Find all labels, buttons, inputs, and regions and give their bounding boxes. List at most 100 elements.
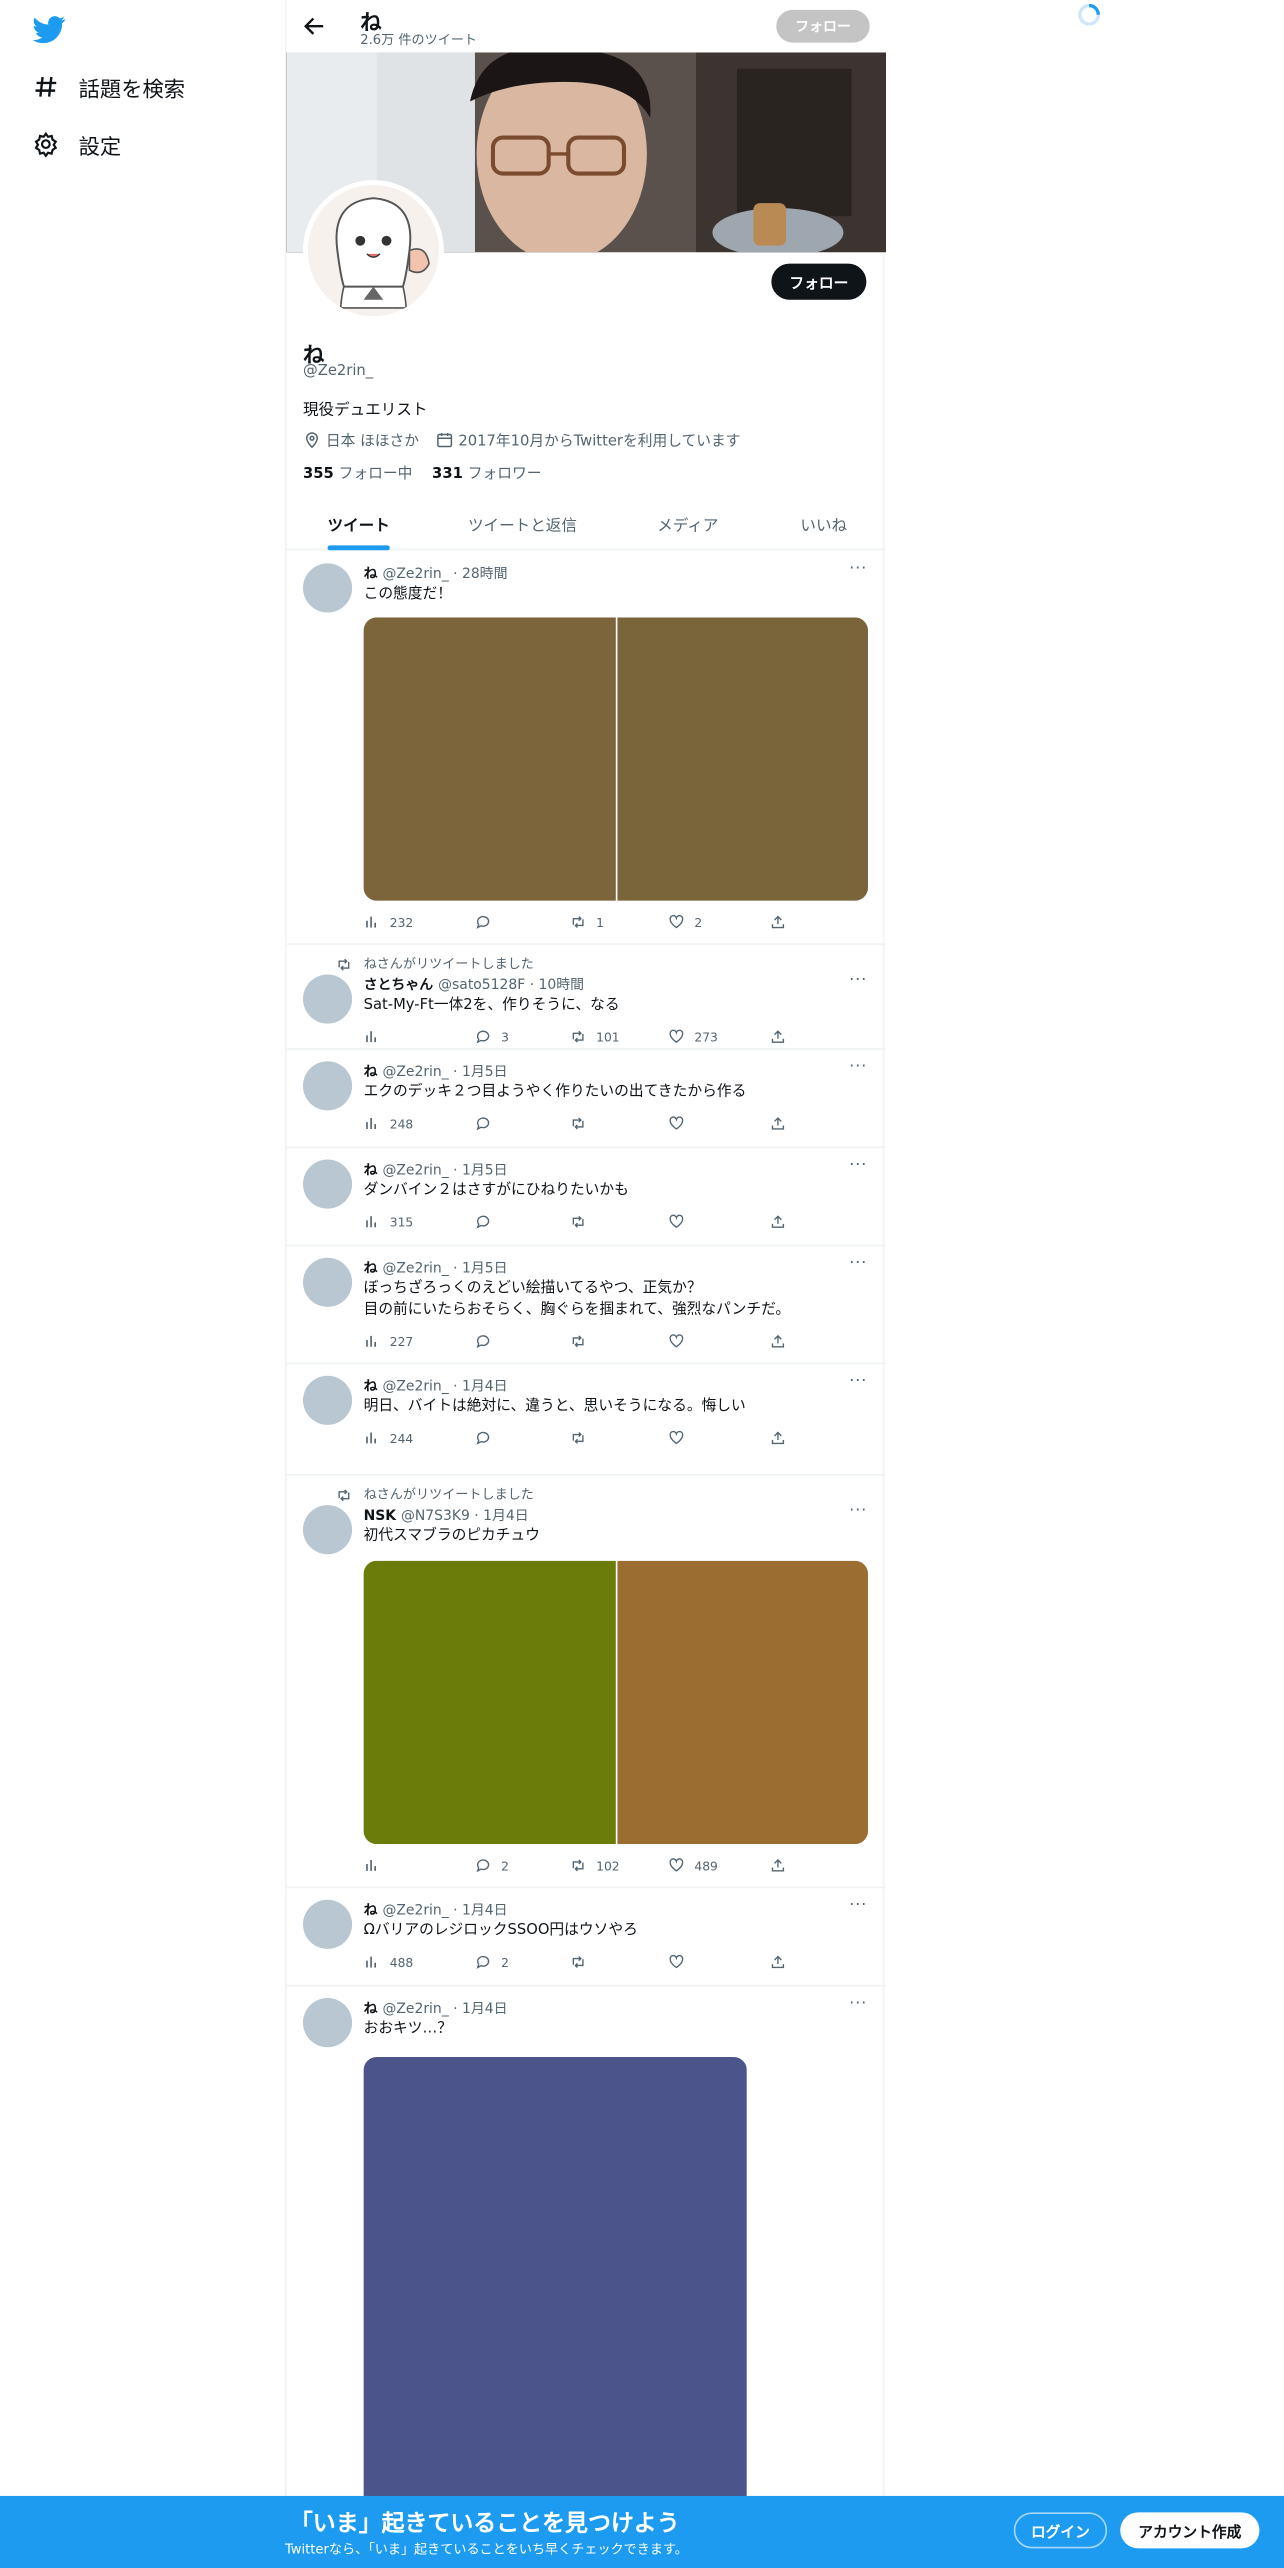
views-button[interactable]: 488 [364, 1954, 413, 1970]
tweet-author-name[interactable]: さとちゃん [364, 978, 434, 994]
share-button[interactable] [770, 1857, 786, 1873]
share-button[interactable] [770, 1333, 786, 1349]
tweet[interactable]: ねさんがリツイートしました NSK @N7S3K9 · 1月4日 ··· 初代スマブラの… [286, 1476, 887, 1889]
like-button[interactable]: 273 [668, 1029, 718, 1045]
like-button[interactable] [668, 1333, 694, 1349]
tweet-media-image[interactable] [363, 2057, 747, 2532]
share-button[interactable] [770, 914, 786, 930]
like-button[interactable] [668, 1430, 694, 1446]
tweet-media-image[interactable] [616, 617, 869, 901]
more-options-icon[interactable]: ··· [847, 1996, 870, 2016]
views-button[interactable]: 244 [364, 1430, 413, 1446]
retweet-icon [572, 1117, 584, 1130]
tweet-avatar[interactable] [302, 1257, 353, 1307]
share-button[interactable] [770, 1214, 786, 1230]
views-button[interactable]: 232 [364, 914, 413, 930]
more-options-icon[interactable]: ··· [847, 1897, 870, 1917]
like-button[interactable]: 489 [668, 1857, 718, 1873]
views-button[interactable] [364, 1857, 390, 1873]
tweet-header: ね @Ze2rin_ · 1月5日 [364, 1160, 508, 1179]
tweet[interactable]: ね @Ze2rin_ · 28時間 ··· この態度だ！ 232 1 2 [286, 552, 887, 945]
reply-button[interactable] [475, 1333, 501, 1349]
tweet[interactable]: ね @Ze2rin_ · 1月4日 ··· ΩバリアのレジロックSSOO円はウソやろ … [286, 1888, 887, 1987]
tweet[interactable]: ね @Ze2rin_ · 1月4日 ··· 明日、バイトは絶対に、違うと、思いそうにな… [286, 1364, 887, 1476]
followers-link[interactable]: 331 フォロワー [432, 462, 541, 483]
tweet-author-name[interactable]: ね [364, 1903, 378, 1919]
share-button[interactable] [770, 1954, 786, 1970]
share-button[interactable] [770, 1430, 786, 1446]
tweet-avatar[interactable] [302, 1998, 353, 2048]
profile-follow-button[interactable]: フォロー [771, 263, 867, 300]
login-button[interactable]: ログイン [1013, 2512, 1108, 2549]
tweet[interactable]: ね @Ze2rin_ · 1月5日 ··· エクのデッキ２つ目ようやく作りたいの出てき… [286, 1050, 887, 1149]
tweet-avatar[interactable] [302, 1375, 353, 1425]
tweet-author-name[interactable]: ね [364, 1261, 378, 1277]
reply-button[interactable]: 2 [475, 1954, 509, 1970]
reply-button[interactable] [475, 1115, 501, 1131]
retweet-button[interactable] [570, 1115, 596, 1131]
following-link[interactable]: 355 フォロー中 [303, 462, 412, 483]
tweet[interactable]: ね @Ze2rin_ · 1月5日 ··· ダンバイン２はさすがにひねりたいかも 31… [286, 1148, 887, 1247]
retweet-button[interactable]: 101 [570, 1029, 620, 1045]
share-button[interactable] [770, 1115, 786, 1131]
tab-tweets-replies[interactable]: ツイートと返信 [431, 498, 614, 550]
more-options-icon[interactable]: ··· [847, 561, 870, 581]
more-options-icon[interactable]: ··· [847, 1255, 870, 1275]
header-follow-button[interactable]: フォロー [776, 9, 870, 43]
tweet-author-name[interactable]: ね [364, 1163, 378, 1179]
retweet-button[interactable] [570, 1333, 596, 1349]
tweet-author-name[interactable]: ね [364, 1065, 378, 1081]
tweet-avatar[interactable] [302, 1899, 353, 1949]
like-button[interactable]: 2 [668, 914, 702, 930]
nav-explore[interactable]: 話題を検索 [33, 67, 185, 106]
tweet-media-image[interactable] [363, 617, 615, 901]
tweet-avatar[interactable] [302, 1061, 353, 1111]
tweet-media-image[interactable] [363, 1560, 615, 1845]
tweet-author-name[interactable]: ね [364, 2001, 378, 2017]
gear-icon [34, 131, 58, 158]
reply-button[interactable]: 2 [475, 1857, 509, 1873]
tab-tweets[interactable]: ツイート [287, 498, 431, 551]
tweet-author-name[interactable]: ね [364, 1379, 378, 1395]
tweet[interactable]: ね @Ze2rin_ · 1月4日 ··· おおキツ…？ [287, 1987, 886, 2568]
profile-avatar[interactable] [302, 180, 444, 321]
more-options-icon[interactable]: ··· [847, 1157, 870, 1177]
views-button[interactable] [364, 1029, 390, 1045]
heart-icon [669, 1858, 684, 1872]
tab-media[interactable]: メディア [614, 498, 761, 550]
retweet-button[interactable] [570, 1430, 596, 1446]
reply-button[interactable] [475, 914, 501, 930]
share-button[interactable] [770, 1029, 786, 1045]
tweet-avatar[interactable] [302, 1505, 353, 1555]
tweet-media-image[interactable] [616, 1560, 869, 1845]
tweet-author-name[interactable]: NSK [364, 1508, 396, 1524]
more-options-icon[interactable]: ··· [847, 1059, 870, 1079]
retweet-button[interactable]: 1 [570, 914, 604, 930]
tweet[interactable]: ね @Ze2rin_ · 1月5日 ··· ぼっちざろっくのえどい絵描いてるやつ、正気… [286, 1246, 887, 1365]
tweet-avatar[interactable] [302, 563, 353, 613]
nav-settings[interactable]: 設定 [33, 124, 121, 163]
reply-button[interactable] [475, 1214, 501, 1230]
tab-likes[interactable]: いいね [762, 498, 886, 550]
more-options-icon[interactable]: ··· [847, 972, 870, 992]
views-button[interactable]: 227 [364, 1333, 413, 1349]
tweet-author-name[interactable]: ね [364, 567, 378, 583]
twitter-logo-icon[interactable] [32, 13, 66, 46]
tweet-avatar[interactable] [302, 974, 353, 1024]
more-options-icon[interactable]: ··· [847, 1373, 870, 1393]
like-button[interactable] [668, 1214, 694, 1230]
back-arrow-icon[interactable] [301, 13, 327, 39]
tweet[interactable]: ねさんがリツイートしました さとちゃん @sato5128F · 10時間 ··· Sa… [286, 945, 887, 1050]
more-options-icon[interactable]: ··· [847, 1503, 870, 1523]
reply-button[interactable] [475, 1430, 501, 1446]
reply-button[interactable]: 3 [475, 1029, 509, 1045]
retweet-button[interactable] [570, 1214, 596, 1230]
signup-button[interactable]: アカウント作成 [1120, 2512, 1260, 2549]
tweet-avatar[interactable] [302, 1159, 353, 1209]
like-button[interactable] [668, 1954, 694, 1970]
views-button[interactable]: 248 [364, 1115, 413, 1131]
views-button[interactable]: 315 [364, 1214, 413, 1230]
retweet-button[interactable] [570, 1954, 596, 1970]
like-button[interactable] [668, 1115, 694, 1131]
retweet-button[interactable]: 102 [570, 1857, 620, 1873]
